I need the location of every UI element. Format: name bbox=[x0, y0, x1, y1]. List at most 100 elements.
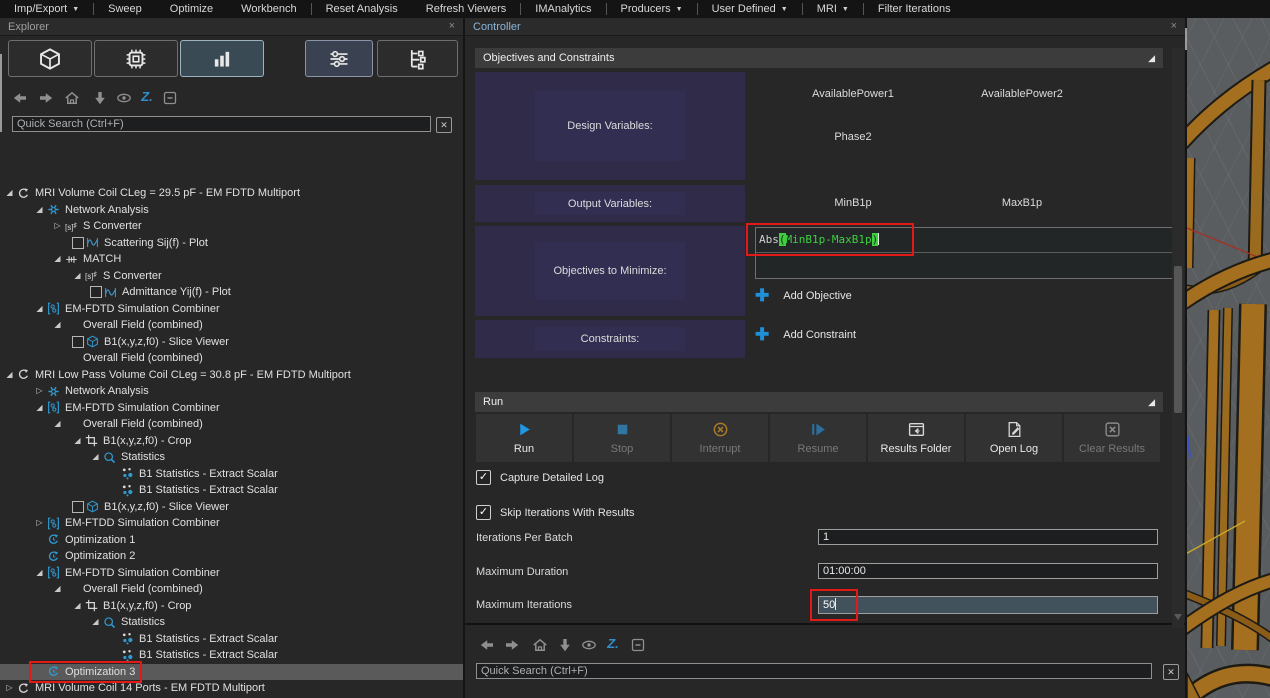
tree-row[interactable]: ▷S Converter bbox=[0, 218, 463, 235]
menu-item-optimize[interactable]: Optimize bbox=[156, 0, 227, 18]
expander-icon[interactable]: ◢ bbox=[50, 251, 65, 268]
tree-row[interactable]: B1 Statistics - Extract Scalar bbox=[0, 647, 463, 664]
analysis-view-button[interactable] bbox=[180, 40, 264, 77]
tree-row[interactable]: B1 Statistics - Extract Scalar bbox=[0, 631, 463, 648]
expander-icon[interactable]: ◢ bbox=[70, 268, 85, 285]
tree-row[interactable]: Optimization 2 bbox=[0, 548, 463, 565]
visibility-button[interactable] bbox=[116, 90, 132, 106]
clear-results-button[interactable]: Clear Results bbox=[1064, 414, 1160, 462]
home-button[interactable] bbox=[64, 90, 80, 106]
controller-close-icon[interactable]: × bbox=[1171, 21, 1177, 32]
scrollbar-thumb[interactable] bbox=[1174, 266, 1182, 413]
expander-icon[interactable]: ◢ bbox=[88, 614, 103, 631]
stop-button[interactable]: Stop bbox=[574, 414, 670, 462]
expander-icon[interactable]: ▷ bbox=[50, 218, 65, 235]
expander-icon[interactable]: ◢ bbox=[70, 433, 85, 450]
expander-icon[interactable]: ▷ bbox=[2, 680, 17, 697]
expander-icon[interactable]: ◢ bbox=[50, 581, 65, 598]
interrupt-button[interactable]: Interrupt bbox=[672, 414, 768, 462]
tree-row[interactable]: B1(x,y,z,f0) - Slice Viewer bbox=[0, 334, 463, 351]
objectives-section-header[interactable]: Objectives and Constraints ◢ bbox=[475, 48, 1163, 68]
tree-checkbox[interactable] bbox=[72, 336, 84, 348]
3d-viewport[interactable] bbox=[1187, 18, 1270, 698]
back-button[interactable] bbox=[12, 90, 28, 106]
capture-detailed-log-checkbox[interactable]: ✓ Capture Detailed Log bbox=[476, 470, 604, 485]
expander-icon[interactable]: ◢ bbox=[88, 449, 103, 466]
menu-item-imanalytics[interactable]: IMAnalytics bbox=[521, 0, 605, 18]
tree-row[interactable]: ◢B1(x,y,z,f0) - Crop bbox=[0, 598, 463, 615]
menu-item-user-defined[interactable]: User Defined▼ bbox=[698, 0, 802, 18]
maximum-duration-input[interactable]: 01:00:00 bbox=[818, 563, 1158, 579]
checkbox-checked-icon[interactable]: ✓ bbox=[476, 505, 491, 520]
tree-row[interactable]: B1 Statistics - Extract Scalar bbox=[0, 482, 463, 499]
tree-row[interactable]: ◢Network Analysis bbox=[0, 202, 463, 219]
tree-checkbox[interactable] bbox=[72, 237, 84, 249]
objective-formula-input[interactable]: Abs(MinB1p-MaxB1p) bbox=[756, 228, 1172, 252]
tree-row[interactable]: ◢MATCH bbox=[0, 251, 463, 268]
tree-row[interactable]: ◢MRI Low Pass Volume Coil CLeg = 30.8 pF… bbox=[0, 367, 463, 384]
panel-splitter[interactable] bbox=[0, 54, 2, 132]
tree-row[interactable]: ◢EM-FDTD Simulation Combiner bbox=[0, 565, 463, 582]
tree-row[interactable]: Optimization 1 bbox=[0, 532, 463, 549]
maximum-iterations-input[interactable]: 50 bbox=[818, 596, 1158, 614]
menu-item-sweep[interactable]: Sweep bbox=[94, 0, 156, 18]
expander-icon[interactable]: ▷ bbox=[32, 383, 47, 400]
zeta-tool-button[interactable]: Z. bbox=[139, 90, 155, 106]
tree-row[interactable]: ◢Overall Field (combined) bbox=[0, 317, 463, 334]
tree-row[interactable]: ◢S Converter bbox=[0, 268, 463, 285]
menu-item-refresh-viewers[interactable]: Refresh Viewers bbox=[412, 0, 521, 18]
tree-row[interactable]: B1 Statistics - Extract Scalar bbox=[0, 466, 463, 483]
tree-row[interactable]: ◢B1(x,y,z,f0) - Crop bbox=[0, 433, 463, 450]
tree-row[interactable]: ◢MRI Volume Coil CLeg = 29.5 pF - EM FDT… bbox=[0, 185, 463, 202]
menu-item-mri[interactable]: MRI▼ bbox=[803, 0, 863, 18]
visibility-button[interactable] bbox=[581, 637, 597, 653]
checkbox-checked-icon[interactable]: ✓ bbox=[476, 470, 491, 485]
tree-row[interactable]: ◢Overall Field (combined) bbox=[0, 416, 463, 433]
collapse-all-button[interactable] bbox=[630, 637, 646, 653]
expander-icon[interactable]: ◢ bbox=[32, 301, 47, 318]
scrollbar-down-arrow[interactable] bbox=[1174, 614, 1182, 620]
objective-empty-row[interactable] bbox=[756, 252, 1172, 278]
expander-icon[interactable]: ◢ bbox=[32, 400, 47, 417]
hierarchy-view-button[interactable] bbox=[377, 40, 458, 77]
run-button[interactable]: Run bbox=[476, 414, 572, 462]
tree-row[interactable]: Optimization 3 bbox=[0, 664, 463, 681]
tree-row[interactable]: Overall Field (combined) bbox=[0, 350, 463, 367]
tree-row[interactable]: Admittance Yij(f) - Plot bbox=[0, 284, 463, 301]
tree-row[interactable]: ◢Statistics bbox=[0, 614, 463, 631]
expander-icon[interactable]: ▷ bbox=[32, 515, 47, 532]
resume-button[interactable]: Resume bbox=[770, 414, 866, 462]
controller-view-button[interactable] bbox=[305, 40, 373, 77]
tree-checkbox[interactable] bbox=[90, 286, 102, 298]
menu-item-imp-export[interactable]: Imp/Export▼ bbox=[0, 0, 93, 18]
collapse-all-button[interactable] bbox=[162, 90, 178, 106]
explorer-close-icon[interactable]: × bbox=[449, 21, 455, 32]
tree-row[interactable]: ▷EM-FTDD Simulation Combiner bbox=[0, 515, 463, 532]
add-objective-button[interactable]: ✚ Add Objective bbox=[755, 289, 852, 303]
forward-button[interactable] bbox=[38, 90, 54, 106]
expand-down-button[interactable] bbox=[92, 90, 108, 106]
menu-item-producers[interactable]: Producers▼ bbox=[607, 0, 697, 18]
tree-row[interactable]: ▷MRI Volume Coil 14 Ports - EM FDTD Mult… bbox=[0, 680, 463, 697]
controller-search-input[interactable] bbox=[476, 663, 1152, 679]
open-log-button[interactable]: Open Log bbox=[966, 414, 1062, 462]
tree-row[interactable]: ◢Statistics bbox=[0, 449, 463, 466]
controller-scrollbar[interactable] bbox=[1172, 48, 1184, 628]
home-button[interactable] bbox=[532, 637, 548, 653]
expander-icon[interactable]: ◢ bbox=[32, 565, 47, 582]
tree-row[interactable]: ◢EM-FDTD Simulation Combiner bbox=[0, 400, 463, 417]
tree-row[interactable]: Scattering Sij(f) - Plot bbox=[0, 235, 463, 252]
forward-button[interactable] bbox=[504, 637, 520, 653]
expander-icon[interactable]: ◢ bbox=[2, 185, 17, 202]
skip-iterations-checkbox[interactable]: ✓ Skip Iterations With Results bbox=[476, 505, 635, 520]
model-view-button[interactable] bbox=[8, 40, 92, 77]
expander-icon[interactable]: ◢ bbox=[50, 317, 65, 334]
expand-down-button[interactable] bbox=[557, 637, 573, 653]
menu-item-filter-iterations[interactable]: Filter Iterations bbox=[864, 0, 965, 18]
tree-row[interactable]: B1(x,y,z,f0) - Slice Viewer bbox=[0, 499, 463, 516]
menu-item-workbench[interactable]: Workbench bbox=[227, 0, 310, 18]
add-constraint-button[interactable]: ✚ Add Constraint bbox=[755, 328, 856, 342]
results-folder-button[interactable]: Results Folder bbox=[868, 414, 964, 462]
controller-search-clear-icon[interactable]: ✕ bbox=[1163, 664, 1179, 680]
run-section-header[interactable]: Run ◢ bbox=[475, 392, 1163, 412]
